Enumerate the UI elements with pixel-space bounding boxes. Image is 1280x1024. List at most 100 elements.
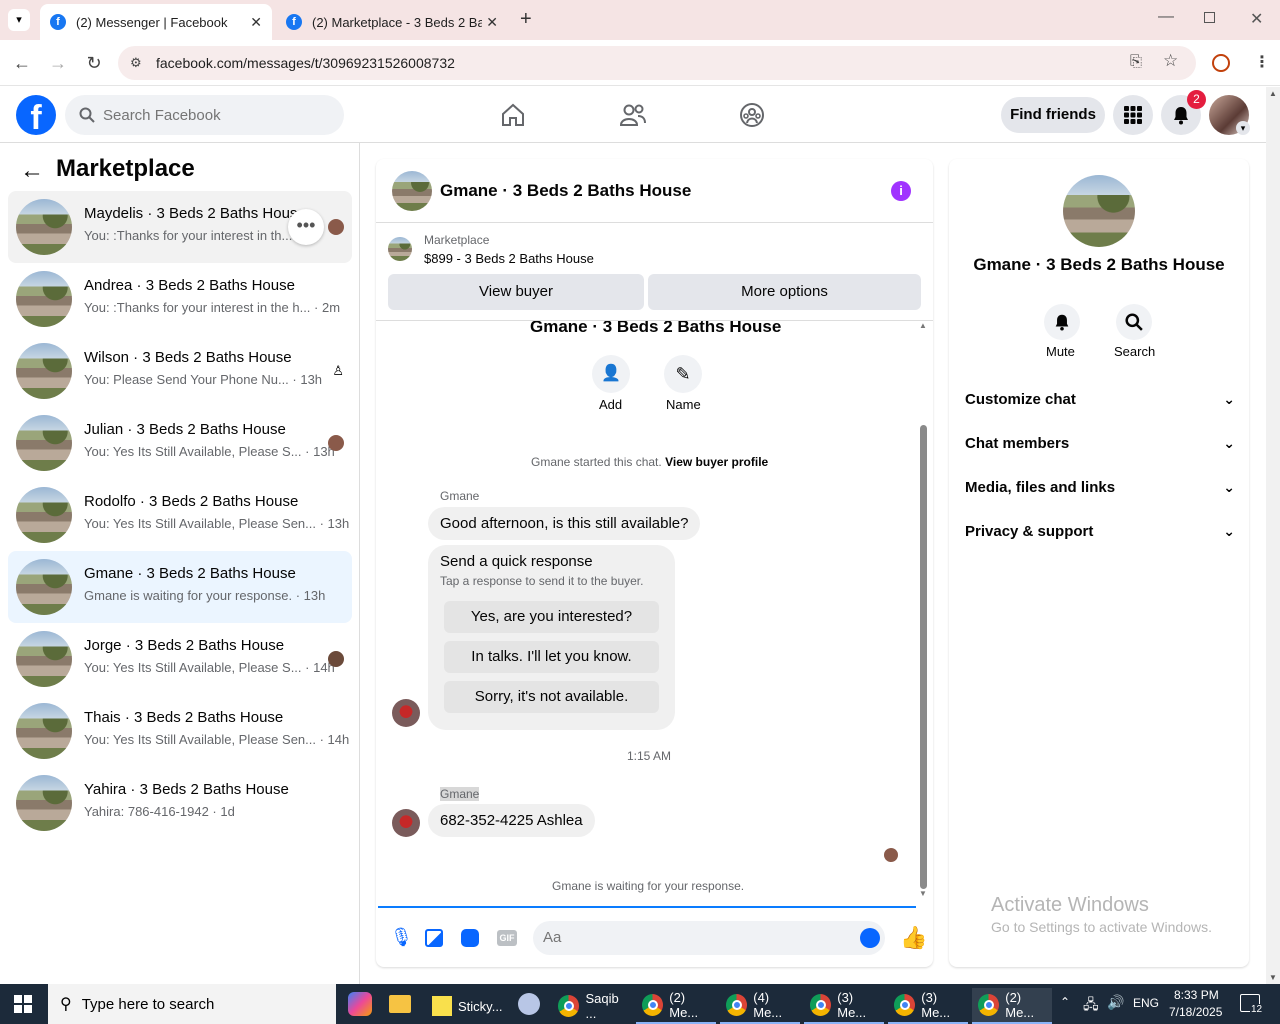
- taskbar-chrome-window[interactable]: (4) Me...: [720, 988, 800, 1024]
- quick-reply-button[interactable]: Yes, are you interested?: [444, 601, 659, 633]
- app-icon[interactable]: [518, 993, 540, 1015]
- chrome-icon: [726, 994, 748, 1016]
- conversation-item-selected[interactable]: Gmane · 3 Beds 2 Baths House Gmane is wa…: [8, 551, 352, 623]
- volume-icon[interactable]: 🔊: [1107, 994, 1124, 1011]
- search-input[interactable]: [103, 106, 323, 124]
- account-chevron-icon[interactable]: ▾: [1236, 121, 1250, 135]
- conversation-item[interactable]: Andrea · 3 Beds 2 Baths House You: :Than…: [8, 263, 352, 335]
- menu-dots-icon[interactable]: ⋮: [1254, 52, 1270, 72]
- quick-reply-button[interactable]: Sorry, it's not available.: [444, 681, 659, 713]
- omnibox[interactable]: ⚙ facebook.com/messages/t/30969231526008…: [118, 46, 1196, 80]
- home-icon[interactable]: [500, 102, 526, 128]
- language-indicator[interactable]: ENG: [1133, 996, 1159, 1010]
- tab-messenger[interactable]: f (2) Messenger | Facebook ✕: [40, 4, 272, 40]
- info-icon[interactable]: i: [891, 181, 911, 201]
- network-icon[interactable]: 🖧: [1083, 994, 1099, 1018]
- chat-avatar[interactable]: [392, 171, 432, 211]
- taskbar-chrome-window[interactable]: (2) Me...: [636, 988, 716, 1024]
- back-arrow-icon[interactable]: ←: [20, 157, 44, 185]
- taskbar-item-label: Saqib ...: [585, 991, 619, 1021]
- facebook-search[interactable]: [65, 95, 344, 135]
- friends-icon[interactable]: [619, 102, 647, 128]
- listing-detail[interactable]: $899 - 3 Beds 2 Baths House: [424, 251, 594, 266]
- section-label: Privacy & support: [965, 523, 1094, 540]
- more-options-button[interactable]: More options: [648, 274, 921, 310]
- taskbar-chrome-window[interactable]: (2) Me...: [972, 988, 1052, 1024]
- site-info-icon[interactable]: ⚙: [130, 55, 142, 71]
- taskbar-chrome-window[interactable]: (3) Me...: [804, 988, 884, 1024]
- taskbar-search[interactable]: ⚲ Type here to search: [48, 984, 336, 1024]
- conversation-item[interactable]: Wilson · 3 Beds 2 Baths House You: Pleas…: [8, 335, 352, 407]
- scroll-up-arrow-icon[interactable]: ▲: [918, 321, 928, 330]
- mute-button[interactable]: [1044, 304, 1080, 340]
- chat-title[interactable]: Gmane · 3 Beds 2 Baths House: [440, 181, 691, 201]
- bookmark-star-icon[interactable]: ☆: [1163, 51, 1178, 71]
- profile-icon[interactable]: [1212, 54, 1230, 72]
- groups-icon[interactable]: [739, 102, 765, 128]
- close-tab-icon[interactable]: ✕: [486, 14, 498, 31]
- message-text-field[interactable]: [543, 929, 843, 946]
- conversation-item[interactable]: Jorge · 3 Beds 2 Baths House You: Yes It…: [8, 623, 352, 695]
- gif-icon[interactable]: GIF: [497, 930, 517, 946]
- restore-icon[interactable]: [1204, 12, 1215, 23]
- view-buyer-profile-link[interactable]: View buyer profile: [665, 455, 768, 469]
- file-explorer-icon[interactable]: [389, 995, 411, 1013]
- info-avatar[interactable]: [1063, 175, 1135, 247]
- message-input[interactable]: [533, 921, 885, 955]
- clock-time[interactable]: 8:33 PM: [1174, 988, 1219, 1002]
- find-friends-button[interactable]: Find friends: [1001, 97, 1105, 133]
- conversation-item[interactable]: Thais · 3 Beds 2 Baths House You: Yes It…: [8, 695, 352, 767]
- scroll-up-arrow-icon[interactable]: ▲: [1266, 89, 1280, 98]
- scroll-down-arrow-icon[interactable]: ▼: [918, 889, 928, 898]
- new-tab-icon[interactable]: +: [520, 8, 532, 31]
- forward-icon[interactable]: →: [46, 51, 70, 75]
- page-scrollbar[interactable]: ▲ ▼: [1266, 87, 1280, 984]
- scroll-down-arrow-icon[interactable]: ▼: [1266, 973, 1280, 982]
- chat-members-row[interactable]: Chat members ⌄: [965, 435, 1235, 459]
- message-bubble[interactable]: 682-352-4225 Ashlea: [428, 804, 595, 837]
- privacy-support-row[interactable]: Privacy & support ⌄: [965, 523, 1235, 547]
- conversation-item[interactable]: Julian · 3 Beds 2 Baths House You: Yes I…: [8, 407, 352, 479]
- view-buyer-button[interactable]: View buyer: [388, 274, 644, 310]
- sticker-icon[interactable]: [461, 929, 479, 947]
- tab-search-button[interactable]: ▾: [8, 9, 30, 31]
- conversation-item[interactable]: Rodolfo · 3 Beds 2 Baths House You: Yes …: [8, 479, 352, 551]
- show-hidden-icons-chevron-icon[interactable]: ⌃: [1060, 995, 1070, 1009]
- copilot-icon[interactable]: [348, 992, 372, 1016]
- conversation-item[interactable]: Maydelis · 3 Beds 2 Baths House You: :Th…: [8, 191, 352, 263]
- clock-date[interactable]: 7/18/2025: [1169, 1005, 1222, 1019]
- taskbar-chrome-window[interactable]: Saqib ...: [552, 988, 632, 1024]
- media-files-links-row[interactable]: Media, files and links ⌄: [965, 479, 1235, 503]
- edit-name-button[interactable]: ✎: [664, 355, 702, 393]
- start-windows-icon[interactable]: [14, 995, 32, 1013]
- thread-scrollbar[interactable]: ▲ ▼: [918, 321, 928, 901]
- close-window-icon[interactable]: ✕: [1250, 9, 1263, 29]
- url-text[interactable]: facebook.com/messages/t/3096923152600873…: [156, 55, 455, 71]
- tab-marketplace[interactable]: f (2) Marketplace - 3 Beds 2 Bath ✕: [276, 4, 508, 40]
- taskbar-sticky-notes[interactable]: Sticky...: [426, 988, 506, 1024]
- conversation-item[interactable]: Yahira · 3 Beds 2 Baths House Yahira: 78…: [8, 767, 352, 839]
- close-tab-icon[interactable]: ✕: [250, 14, 262, 31]
- minimize-icon[interactable]: —: [1158, 8, 1174, 26]
- reload-icon[interactable]: ↻: [82, 51, 106, 75]
- quick-reply-button[interactable]: In talks. I'll let you know.: [444, 641, 659, 673]
- customize-chat-row[interactable]: Customize chat ⌄: [965, 391, 1235, 415]
- menu-grid-button[interactable]: [1113, 95, 1153, 135]
- name-label: Name: [666, 397, 701, 412]
- install-app-icon[interactable]: ⎘: [1130, 53, 1142, 70]
- back-icon[interactable]: ←: [10, 51, 34, 75]
- message-thread: Gmane · 3 Beds 2 Baths House 👤 Add ✎ Nam…: [376, 321, 933, 906]
- photo-icon[interactable]: [425, 929, 443, 947]
- scrollbar-thumb[interactable]: [920, 425, 927, 889]
- search-button[interactable]: [1116, 304, 1152, 340]
- like-thumb-icon[interactable]: 👍: [900, 925, 927, 951]
- message-bubble[interactable]: Good afternoon, is this still available?: [428, 507, 701, 540]
- add-button[interactable]: 👤: [592, 355, 630, 393]
- taskbar-chrome-window[interactable]: (3) Me...: [888, 988, 968, 1024]
- more-options-icon[interactable]: •••: [288, 209, 324, 245]
- chat-panel: Gmane · 3 Beds 2 Baths House i Marketpla…: [376, 159, 933, 967]
- chrome-icon: [558, 995, 580, 1017]
- facebook-logo-icon[interactable]: f: [16, 95, 56, 135]
- microphone-icon[interactable]: 🎙: [390, 927, 413, 948]
- emoji-icon[interactable]: [860, 928, 880, 948]
